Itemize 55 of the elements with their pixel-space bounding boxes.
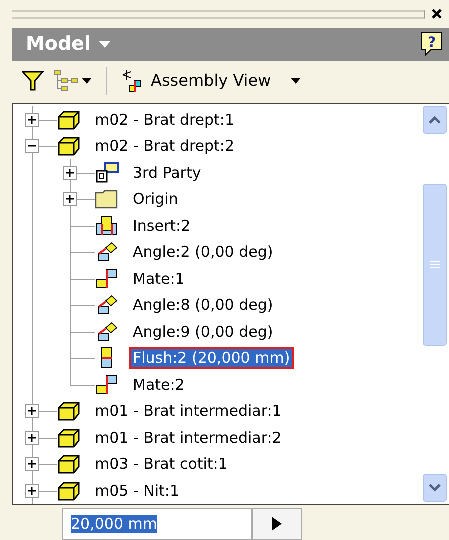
expand-icon[interactable] xyxy=(63,192,77,206)
scroll-up-button[interactable] xyxy=(423,106,447,134)
mate-constraint-icon xyxy=(95,268,119,290)
scroll-down-button[interactable] xyxy=(423,474,447,502)
tree-item[interactable]: Angle:9 (0,00 deg) xyxy=(131,322,276,341)
tree-item[interactable]: Mate:2 xyxy=(131,376,187,394)
expand-icon[interactable] xyxy=(25,430,39,445)
tree-item[interactable]: Angle:2 (0,00 deg) xyxy=(131,243,276,262)
box-icon xyxy=(57,400,81,422)
caret-icon xyxy=(82,78,92,84)
tree-item[interactable]: Mate:1 xyxy=(131,270,187,288)
tree-item[interactable]: Flush:2 (20,000 mm) xyxy=(131,349,292,368)
apply-button[interactable] xyxy=(252,508,302,540)
box-icon xyxy=(57,426,81,449)
tree-item[interactable]: Insert:2 xyxy=(131,216,193,235)
help-icon[interactable]: ? xyxy=(421,32,443,56)
box-icon xyxy=(57,453,81,476)
expand-icon[interactable] xyxy=(63,166,77,180)
tree-structure-icon xyxy=(54,70,80,92)
expand-icon[interactable] xyxy=(25,457,39,472)
tree-item[interactable]: m01 - Brat intermediar:1 xyxy=(93,402,284,420)
expand-icon[interactable] xyxy=(25,484,39,498)
filter-icon[interactable] xyxy=(22,70,44,91)
caret-icon xyxy=(98,40,111,48)
folder-icon xyxy=(95,188,119,210)
tree-item[interactable]: m02 - Brat drept:1 xyxy=(93,110,237,129)
scrollbar[interactable] xyxy=(421,104,449,504)
tree-item[interactable]: 3rd Party xyxy=(131,164,204,182)
insert-constraint-icon xyxy=(95,214,119,237)
box-icon xyxy=(57,135,81,158)
assembly-icon xyxy=(95,162,119,184)
tree-item[interactable]: Origin xyxy=(131,190,180,208)
box-icon xyxy=(57,480,81,502)
box-icon xyxy=(57,108,81,131)
play-icon xyxy=(272,516,282,531)
value-field[interactable]: 20,000 mm xyxy=(62,508,252,540)
tree-item[interactable]: m02 - Brat drept:2 xyxy=(93,137,237,156)
grip-icon xyxy=(430,261,440,270)
tree-item[interactable]: m01 - Brat intermediar:2 xyxy=(93,428,284,447)
field-value: 20,000 mm xyxy=(71,514,158,533)
expand-icon[interactable] xyxy=(25,112,39,127)
drag-handle[interactable] xyxy=(12,10,425,19)
tree-options-button[interactable] xyxy=(54,70,92,92)
tree-item[interactable]: m03 - Brat cotit:1 xyxy=(93,455,230,474)
chevron-down-icon xyxy=(429,484,441,492)
scroll-thumb[interactable] xyxy=(423,184,447,346)
caret-icon xyxy=(291,78,302,84)
collapse-icon[interactable] xyxy=(25,139,39,154)
assembly-view-dropdown[interactable]: Assembly View xyxy=(121,68,302,93)
expand-icon[interactable] xyxy=(25,404,39,418)
tree-item[interactable]: Angle:8 (0,00 deg) xyxy=(131,296,276,314)
tree-item[interactable]: m05 - Nit:1 xyxy=(93,482,182,500)
close-icon[interactable] xyxy=(431,8,443,20)
chevron-up-icon xyxy=(429,116,441,124)
mate-constraint-icon xyxy=(95,374,119,396)
